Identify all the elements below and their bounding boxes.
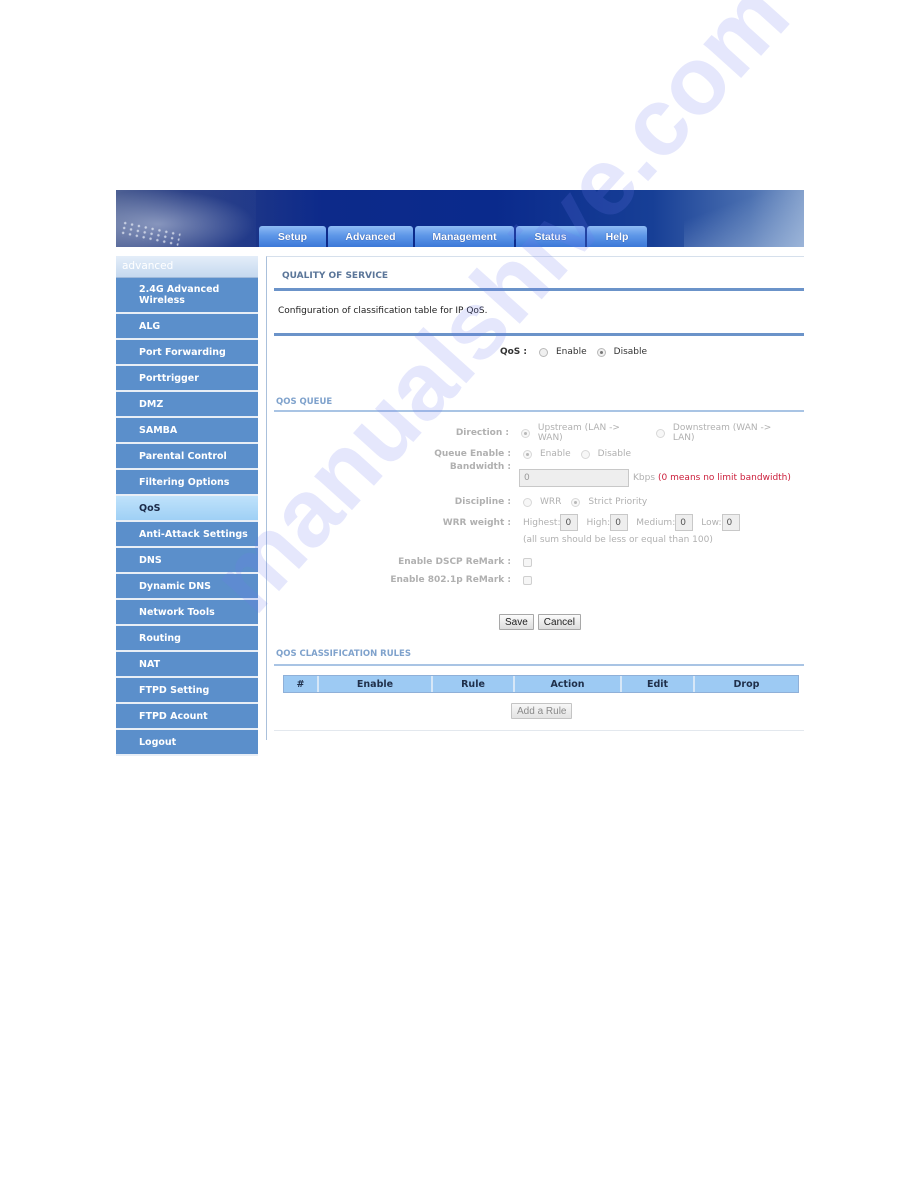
- divider: [274, 730, 804, 731]
- page-description: Configuration of classification table fo…: [278, 306, 488, 316]
- divider: [274, 664, 804, 666]
- tab-help[interactable]: Help: [587, 226, 647, 247]
- 8021p-remark-row: Enable 802.1p ReMark :: [367, 575, 532, 585]
- column-header-number: #: [284, 676, 319, 692]
- 8021p-remark-label: Enable 802.1p ReMark :: [390, 575, 511, 585]
- column-header-action: Action: [515, 676, 622, 692]
- column-header-rule: Rule: [433, 676, 515, 692]
- tab-advanced[interactable]: Advanced: [328, 226, 413, 247]
- add-rule-button[interactable]: Add a Rule: [511, 703, 573, 719]
- column-header-enable: Enable: [319, 676, 433, 692]
- main-panel: QUALITY OF SERVICE Configuration of clas…: [266, 256, 804, 740]
- direction-row: Direction : Upstream (LAN -> WAN) Downst…: [367, 423, 804, 443]
- tab-status[interactable]: Status: [516, 226, 585, 247]
- sidebar-item-qos[interactable]: QoS: [116, 496, 258, 522]
- queue-enable-radio[interactable]: [523, 449, 532, 459]
- router-admin-page: Setup Advanced Management Status Help ad…: [116, 190, 804, 756]
- sidebar-item-ftpd-account[interactable]: FTPD Acount: [116, 704, 258, 730]
- discipline-strict-label: Strict Priority: [588, 497, 648, 507]
- discipline-strict-radio[interactable]: [571, 497, 581, 507]
- sidebar: advanced 2.4G Advanced Wireless ALG Port…: [116, 256, 258, 756]
- direction-label: Direction :: [455, 428, 509, 438]
- sidebar-item-dmz[interactable]: DMZ: [116, 392, 258, 418]
- sidebar-item-alg[interactable]: ALG: [116, 314, 258, 340]
- queue-enable-label: Queue Enable :: [434, 449, 511, 459]
- sidebar-item-port-forwarding[interactable]: Port Forwarding: [116, 340, 258, 366]
- wrr-highest-label: Highest:: [523, 517, 561, 528]
- direction-upstream-radio[interactable]: [520, 428, 530, 438]
- sidebar-item-parental-control[interactable]: Parental Control: [116, 444, 258, 470]
- wrr-weight-row: WRR weight : Highest: 0 High: 0 Medium: …: [367, 514, 740, 531]
- form-actions: Save Cancel: [499, 614, 581, 630]
- qos-disable-label: Disable: [613, 347, 648, 357]
- tab-management[interactable]: Management: [415, 226, 514, 247]
- page-title: QUALITY OF SERVICE: [282, 271, 389, 281]
- sidebar-item-filtering-options[interactable]: Filtering Options: [116, 470, 258, 496]
- sidebar-item-routing[interactable]: Routing: [116, 626, 258, 652]
- qos-enable-label: Enable: [556, 347, 587, 357]
- header-banner: Setup Advanced Management Status Help: [116, 190, 804, 247]
- wrr-low-input[interactable]: 0: [721, 514, 740, 531]
- wrr-medium-input[interactable]: 0: [675, 514, 694, 531]
- add-rule-row: Add a Rule: [511, 703, 573, 719]
- sidebar-item-samba[interactable]: SAMBA: [116, 418, 258, 444]
- discipline-row: Discipline : WRR Strict Priority: [367, 497, 657, 507]
- discipline-label: Discipline :: [454, 497, 511, 507]
- qos-enable-radio[interactable]: [539, 347, 548, 357]
- wrr-high-label: High:: [586, 517, 611, 528]
- column-header-drop: Drop: [695, 676, 798, 692]
- wrr-highest-input[interactable]: 0: [560, 514, 579, 531]
- divider: [274, 288, 804, 291]
- top-nav-tabs: Setup Advanced Management Status Help: [259, 226, 647, 247]
- bandwidth-row: Bandwidth : 0 Kbps (0 means no limit ban…: [367, 462, 791, 487]
- qos-queue-title: QOS QUEUE: [276, 397, 333, 407]
- 8021p-remark-checkbox[interactable]: [523, 575, 532, 585]
- discipline-wrr-radio[interactable]: [523, 497, 532, 507]
- bandwidth-hint: (0 means no limit bandwidth): [658, 473, 791, 483]
- direction-downstream-radio[interactable]: [655, 428, 665, 438]
- cancel-button[interactable]: Cancel: [537, 614, 581, 630]
- tab-setup[interactable]: Setup: [259, 226, 326, 247]
- wrr-weight-label: WRR weight :: [442, 517, 511, 528]
- sidebar-item-logout[interactable]: Logout: [116, 730, 258, 756]
- dscp-remark-checkbox[interactable]: [523, 557, 532, 567]
- wrr-weight-note: (all sum should be less or equal than 10…: [523, 535, 713, 545]
- queue-disable-radio[interactable]: [580, 449, 590, 459]
- save-button[interactable]: Save: [499, 614, 534, 630]
- direction-upstream-label: Upstream (LAN -> WAN): [537, 423, 620, 443]
- wrr-low-label: Low:: [701, 517, 722, 528]
- dscp-remark-label: Enable DSCP ReMark :: [398, 557, 511, 567]
- wrr-medium-label: Medium:: [636, 517, 676, 528]
- queue-disable-option-label: Disable: [597, 449, 632, 459]
- sidebar-item-nat[interactable]: NAT: [116, 652, 258, 678]
- discipline-wrr-label: WRR: [540, 497, 562, 507]
- divider: [274, 410, 804, 412]
- bandwidth-input[interactable]: 0: [519, 469, 629, 487]
- wrr-high-input[interactable]: 0: [610, 514, 629, 531]
- bandwidth-unit: Kbps: [633, 473, 656, 483]
- rules-table-header: # Enable Rule Action Edit Drop: [284, 676, 798, 692]
- sidebar-item-dns[interactable]: DNS: [116, 548, 258, 574]
- sidebar-item-anti-attack[interactable]: Anti-Attack Settings: [116, 522, 258, 548]
- qos-rules-title: QOS CLASSIFICATION RULES: [276, 649, 411, 659]
- sidebar-item-porttrigger[interactable]: Porttrigger: [116, 366, 258, 392]
- sidebar-item-ftpd-setting[interactable]: FTPD Setting: [116, 678, 258, 704]
- sidebar-item-network-tools[interactable]: Network Tools: [116, 600, 258, 626]
- qos-label: QoS :: [499, 347, 527, 357]
- dscp-remark-row: Enable DSCP ReMark :: [367, 557, 532, 567]
- qos-disable-radio[interactable]: [596, 347, 606, 357]
- sidebar-item-advanced-wireless[interactable]: 2.4G Advanced Wireless: [116, 278, 258, 314]
- qos-toggle-row: QoS : Enable Disable: [467, 347, 657, 357]
- sidebar-item-dynamic-dns[interactable]: Dynamic DNS: [116, 574, 258, 600]
- sidebar-header: advanced: [116, 256, 258, 278]
- rules-table: # Enable Rule Action Edit Drop: [283, 675, 799, 693]
- queue-enable-option-label: Enable: [540, 449, 571, 459]
- bandwidth-label: Bandwidth :: [449, 462, 511, 472]
- queue-enable-row: Queue Enable : Enable Disable: [367, 449, 641, 459]
- banner-decoration-right: [684, 190, 804, 247]
- divider: [274, 333, 804, 336]
- direction-downstream-label: Downstream (WAN -> LAN): [672, 423, 772, 443]
- column-header-edit: Edit: [622, 676, 695, 692]
